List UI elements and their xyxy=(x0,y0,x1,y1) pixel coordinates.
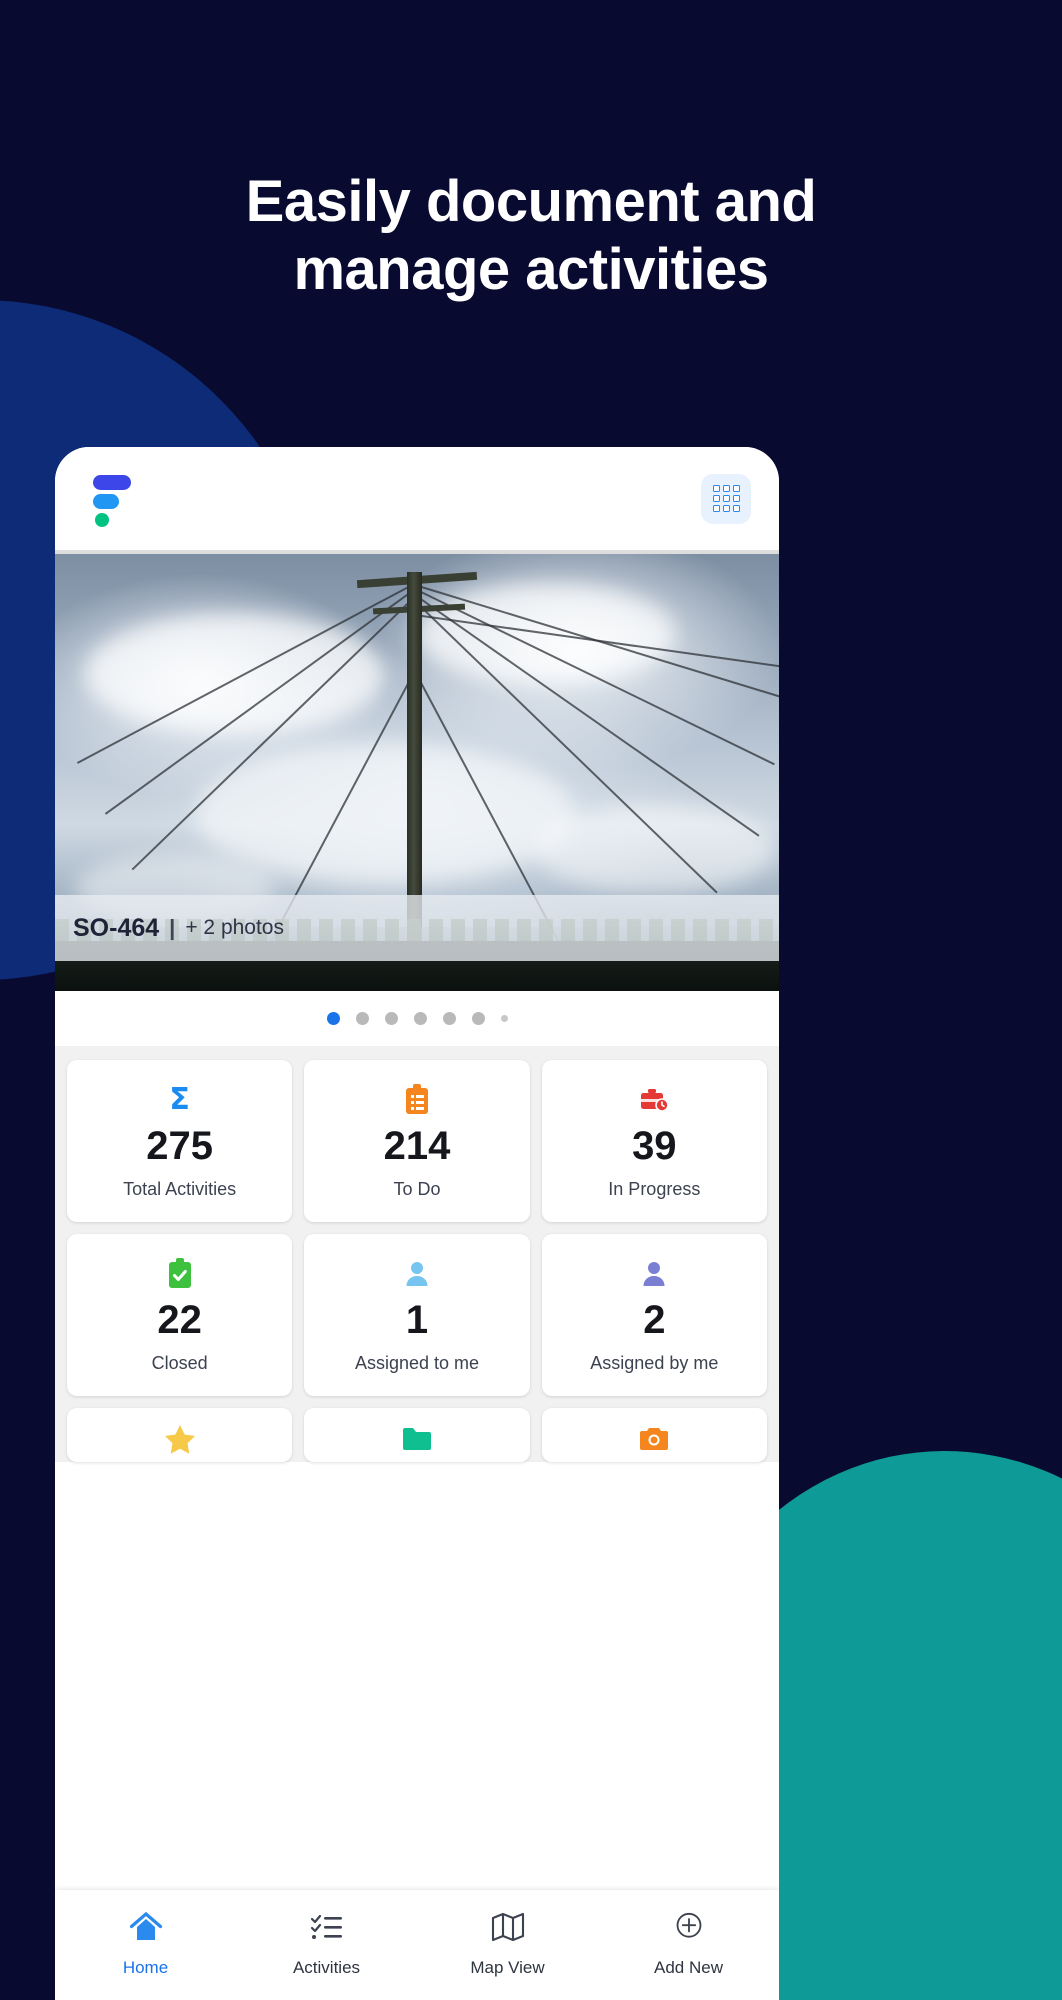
carousel-dot[interactable] xyxy=(413,1012,427,1025)
photo-caption-more: + 2 photos xyxy=(185,916,284,939)
stat-card-photos[interactable] xyxy=(541,1408,767,1462)
stat-card-starred[interactable] xyxy=(67,1408,293,1462)
person-assigned-by-me-icon xyxy=(641,1257,667,1291)
nav-item-home[interactable]: Home xyxy=(55,1912,236,1978)
logo-bar-top xyxy=(93,474,131,490)
stat-label: Assigned to me xyxy=(354,1352,480,1373)
grid-3x3-icon-button[interactable] xyxy=(701,473,751,524)
stat-label: In Progress xyxy=(608,1178,701,1199)
cloud xyxy=(85,614,385,734)
checklist-icon xyxy=(310,1912,344,1947)
camera-icon xyxy=(638,1422,670,1456)
headline-line-1: Easily document and xyxy=(245,169,817,234)
nav-item-activities[interactable]: Activities xyxy=(236,1912,417,1978)
stat-value: 275 xyxy=(146,1123,214,1168)
logo-bar-middle xyxy=(93,493,119,509)
stat-value: 39 xyxy=(632,1123,677,1168)
stat-label: To Do xyxy=(393,1178,441,1199)
briefcase-clock-icon xyxy=(639,1083,670,1117)
nav-label: Home xyxy=(122,1958,169,1977)
stat-card-assigned-by-me[interactable]: 2 Assigned by me xyxy=(541,1234,767,1396)
folder-icon xyxy=(401,1422,433,1456)
stat-card-folder[interactable] xyxy=(304,1408,530,1462)
phone-mockup: SO-464 | + 2 photos Σ 275 Total Activiti… xyxy=(55,447,779,2000)
clipboard-check-icon xyxy=(167,1257,193,1291)
carousel-dot[interactable] xyxy=(355,1012,369,1025)
carousel-dots[interactable] xyxy=(55,991,779,1046)
stat-label: Closed xyxy=(151,1352,208,1373)
photo-caption-id: SO-464 xyxy=(73,913,160,942)
nav-item-map-view[interactable]: Map View xyxy=(417,1912,598,1978)
stat-label: Assigned by me xyxy=(590,1352,719,1373)
bottom-navigation: Home Activities Map View Add New xyxy=(55,1890,779,2000)
promo-headline: Easily document and manage activities xyxy=(0,168,1062,305)
stat-card-total-activities[interactable]: Σ 275 Total Activities xyxy=(67,1060,293,1222)
clipboard-list-icon xyxy=(404,1083,430,1117)
photo-carousel[interactable]: SO-464 | + 2 photos xyxy=(55,554,779,991)
carousel-dot[interactable] xyxy=(384,1012,398,1025)
stats-grid: Σ 275 Total Activities 214 To Do 39 In P… xyxy=(55,1046,779,1462)
home-icon xyxy=(129,1912,163,1947)
stat-card-to-do[interactable]: 214 To Do xyxy=(304,1060,530,1222)
carousel-dot[interactable] xyxy=(500,1015,508,1022)
stat-value: 22 xyxy=(157,1297,202,1342)
fielda-f-logo[interactable] xyxy=(89,471,137,527)
stat-card-closed[interactable]: 22 Closed xyxy=(67,1234,293,1396)
carousel-dot[interactable] xyxy=(442,1012,456,1025)
stat-card-in-progress[interactable]: 39 In Progress xyxy=(541,1060,767,1222)
map-icon xyxy=(491,1912,525,1947)
stat-value: 1 xyxy=(405,1297,429,1342)
grid-3x3-icon xyxy=(712,485,740,512)
nav-label: Activities xyxy=(292,1958,361,1977)
photo-caption-bar: SO-464 | + 2 photos xyxy=(55,895,779,961)
stat-value: 214 xyxy=(383,1123,451,1168)
sigma-icon: Σ xyxy=(169,1082,190,1117)
stat-card-assigned-to-me[interactable]: 1 Assigned to me xyxy=(304,1234,530,1396)
stat-value: 2 xyxy=(643,1297,666,1342)
nav-label: Map View xyxy=(470,1958,545,1977)
photo-caption-separator: | xyxy=(169,915,176,940)
logo-dot-bottom xyxy=(95,512,109,527)
carousel-dot-active[interactable] xyxy=(326,1012,340,1025)
nav-label: Add New xyxy=(654,1958,723,1977)
carousel-dot[interactable] xyxy=(471,1012,485,1025)
plus-circle-icon xyxy=(672,1912,706,1947)
nav-item-add-new[interactable]: Add New xyxy=(598,1912,779,1978)
cloud xyxy=(535,804,775,894)
person-assigned-to-me-icon xyxy=(404,1257,430,1291)
star-icon xyxy=(164,1422,196,1456)
headline-line-2: manage activities xyxy=(293,237,769,303)
app-header xyxy=(55,447,779,550)
stat-label: Total Activities xyxy=(123,1178,237,1199)
